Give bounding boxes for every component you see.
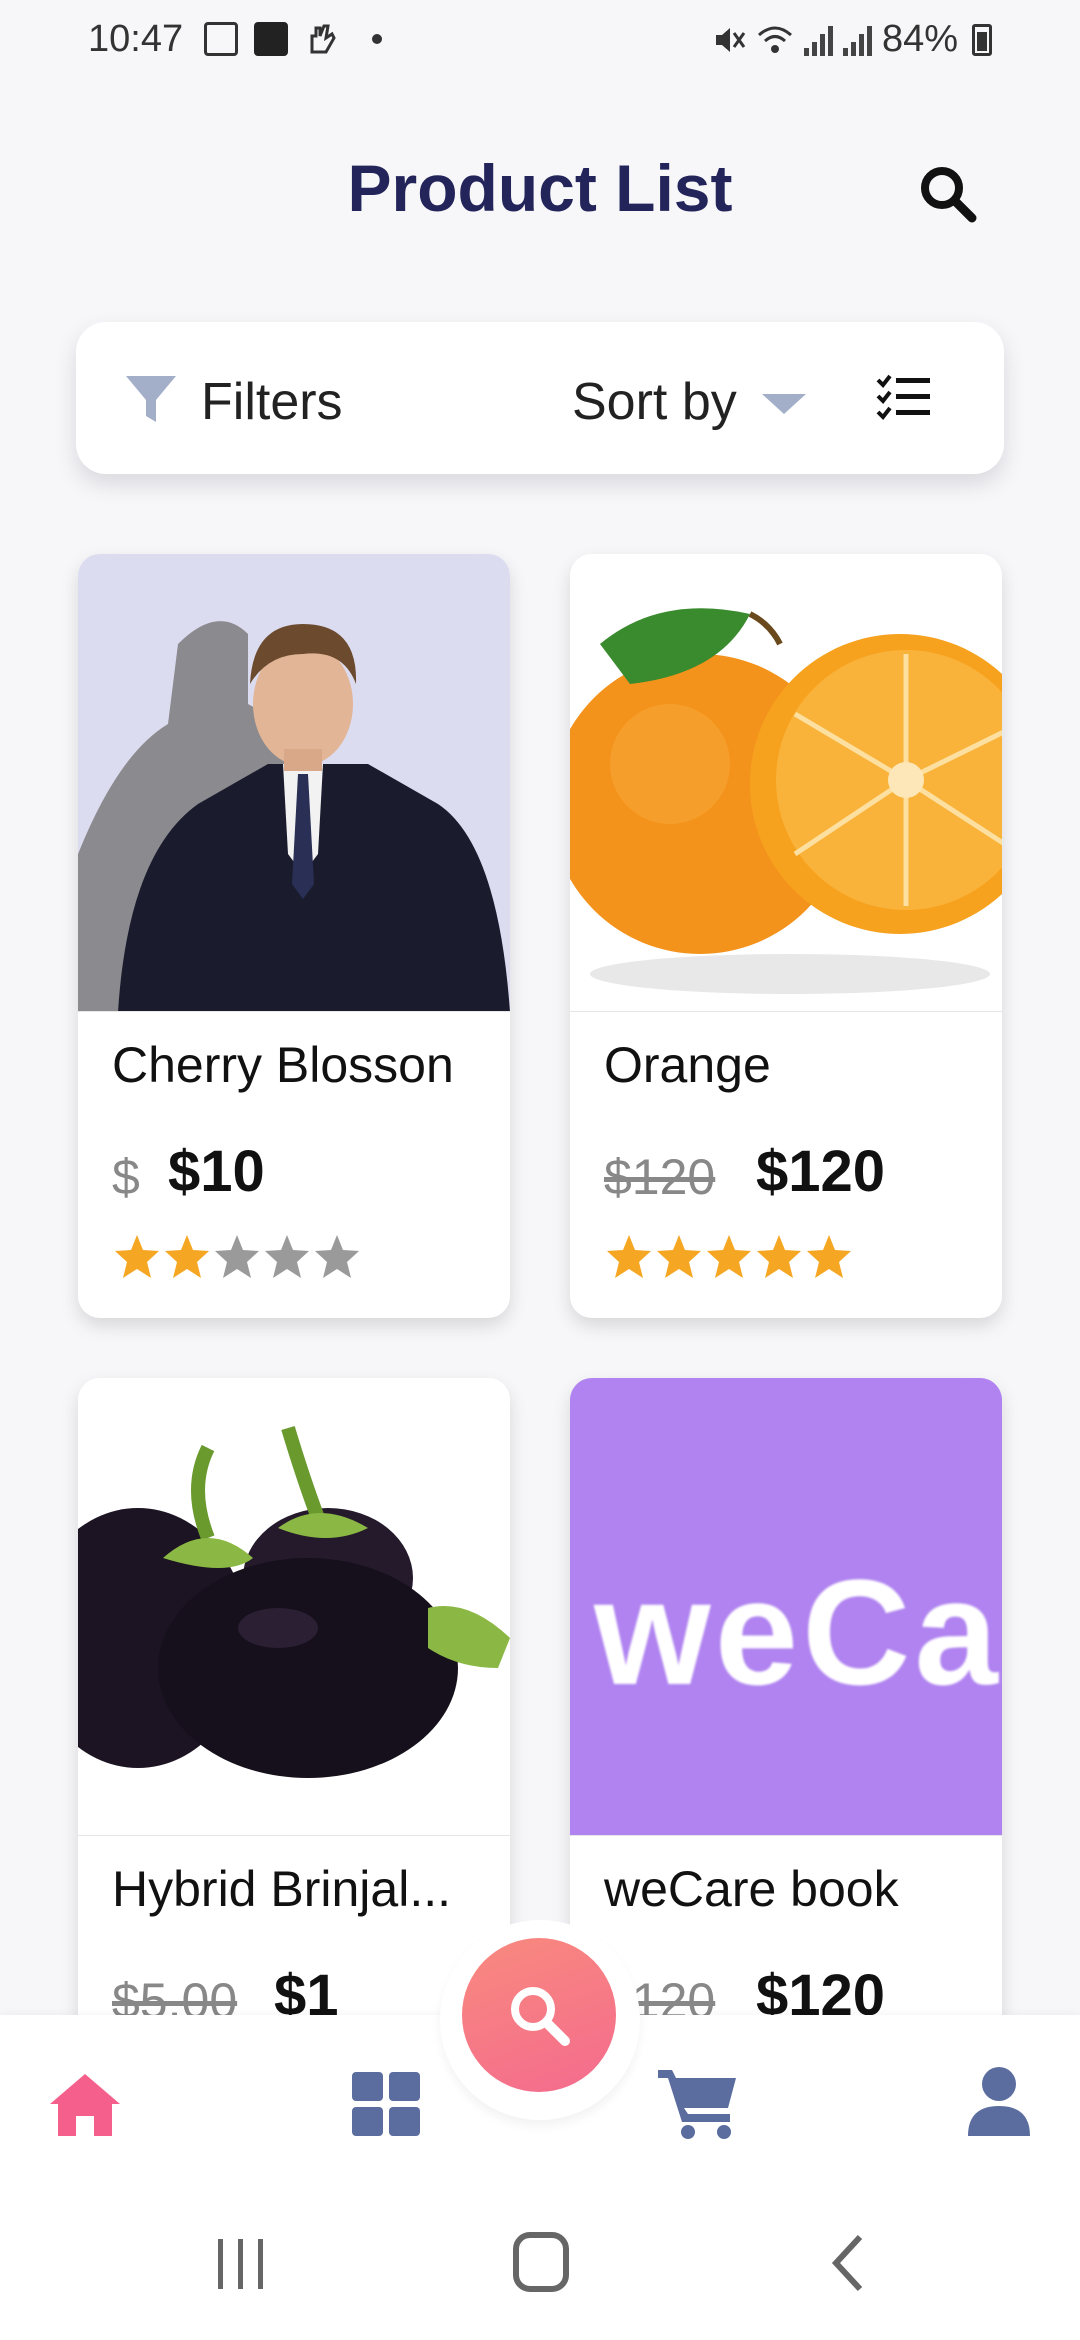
product-image xyxy=(570,554,1002,1012)
sort-by-button[interactable]: Sort by xyxy=(572,372,737,432)
hand-icon xyxy=(310,24,336,54)
chevron-down-icon[interactable] xyxy=(762,392,806,414)
cart-icon[interactable] xyxy=(658,2066,738,2140)
notification-icons xyxy=(204,22,382,56)
product-image xyxy=(78,554,510,1012)
product-card[interactable]: Cherry Blosson $ $10 xyxy=(78,554,510,1318)
book-cover-text: weCa xyxy=(594,1548,1002,1716)
star-icon xyxy=(657,1235,701,1278)
system-navigation-bar xyxy=(0,2175,1080,2340)
rating-stars xyxy=(604,1232,854,1282)
product-old-price: $120 xyxy=(604,1149,716,1205)
product-card[interactable]: Orange $120 $120 xyxy=(570,554,1002,1318)
profile-icon[interactable] xyxy=(968,2066,1030,2136)
star-icon xyxy=(115,1235,159,1278)
wifi-icon xyxy=(757,26,792,53)
home-icon[interactable] xyxy=(46,2070,124,2140)
star-icon xyxy=(807,1235,851,1278)
grid-icon[interactable] xyxy=(352,2072,420,2136)
product-card[interactable]: Hybrid Brinjal... $5.00 $1 xyxy=(78,1378,510,2078)
battery-percent: 84% xyxy=(881,18,958,60)
filter-sort-bar: Filters Sort by xyxy=(76,322,1004,474)
status-bar: 10:47 84% xyxy=(0,0,1080,84)
filters-button[interactable]: Filters xyxy=(201,372,343,432)
product-old-price: $ xyxy=(112,1149,140,1205)
checklist-icon[interactable] xyxy=(876,372,932,422)
product-name: Orange xyxy=(604,1037,771,1093)
product-name: weCare book xyxy=(604,1861,899,1917)
app-notification-icon xyxy=(254,22,288,56)
product-price: $120 xyxy=(756,1139,886,1204)
signal-icon-2 xyxy=(842,24,872,56)
status-time: 10:47 xyxy=(88,18,184,60)
star-icon xyxy=(757,1235,801,1278)
star-icon xyxy=(707,1235,751,1278)
star-icon xyxy=(315,1235,359,1278)
product-name: Cherry Blosson xyxy=(112,1037,454,1093)
gallery-icon xyxy=(204,22,238,56)
more-notifications-dot xyxy=(372,34,382,44)
search-icon[interactable] xyxy=(916,162,980,226)
recent-apps-icon[interactable] xyxy=(214,2237,268,2291)
product-card[interactable]: weCa weCare book $120 $120 xyxy=(570,1378,1002,2078)
star-icon xyxy=(265,1235,309,1278)
mute-icon xyxy=(715,27,746,52)
product-name: Hybrid Brinjal... xyxy=(112,1861,451,1917)
product-image xyxy=(78,1378,510,1836)
star-icon xyxy=(607,1235,651,1278)
search-icon xyxy=(511,1987,570,2046)
rating-stars xyxy=(112,1232,362,1282)
search-fab-button[interactable] xyxy=(462,1938,616,2092)
home-button-icon[interactable] xyxy=(512,2231,570,2293)
back-icon[interactable] xyxy=(828,2233,868,2293)
signal-icon xyxy=(803,24,833,56)
filter-icon[interactable] xyxy=(124,372,178,426)
battery-icon xyxy=(972,23,992,56)
star-icon xyxy=(215,1235,259,1278)
status-indicators: 84% xyxy=(712,18,992,61)
star-icon xyxy=(165,1235,209,1278)
product-price: $10 xyxy=(168,1139,265,1204)
product-image: weCa xyxy=(570,1378,1002,1836)
